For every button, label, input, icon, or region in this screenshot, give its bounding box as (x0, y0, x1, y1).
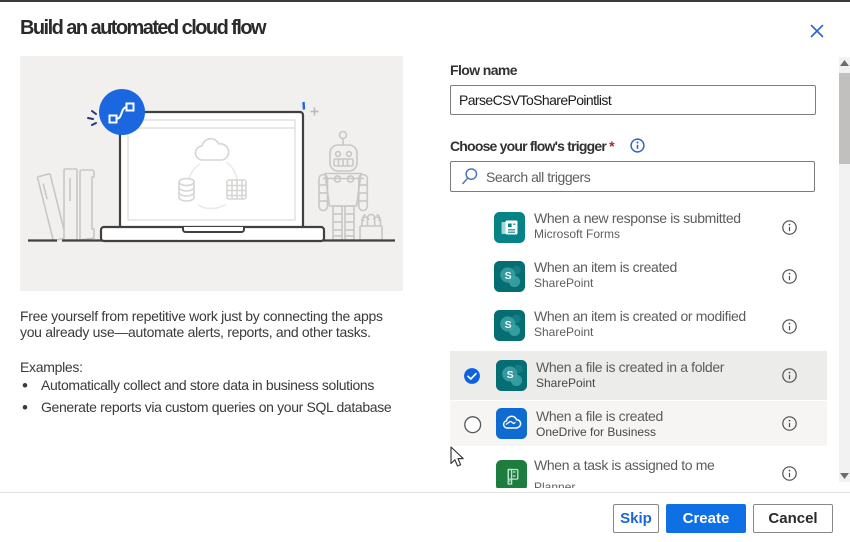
svg-text:S: S (505, 270, 512, 282)
svg-text:S: S (507, 369, 514, 381)
svg-text:S: S (505, 319, 512, 331)
